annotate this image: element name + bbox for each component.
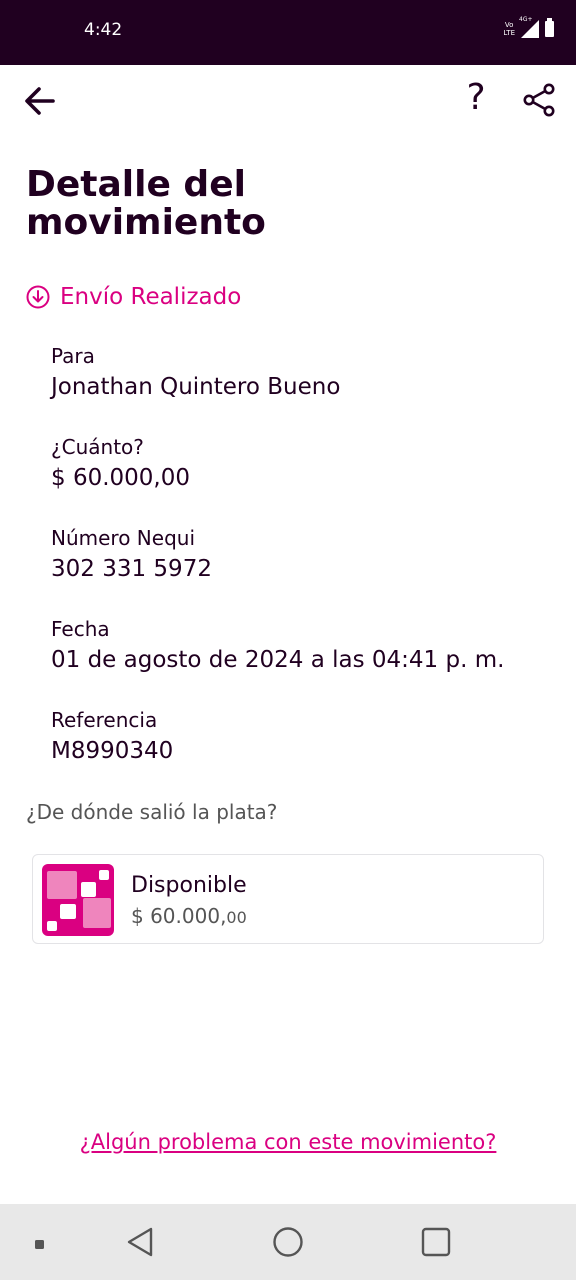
top-app-bar: ? — [0, 65, 576, 135]
field-value: 01 de agosto de 2024 a las 04:41 p. m. — [51, 647, 505, 673]
field-reference: Referencia M8990340 — [51, 708, 173, 764]
field-value: Jonathan Quintero Bueno — [51, 374, 341, 400]
status-time: 4:42 — [84, 20, 123, 40]
battery-icon — [545, 18, 554, 37]
source-question: ¿De dónde salió la plata? — [26, 800, 278, 824]
field-label: Para — [51, 344, 95, 368]
nav-recents-button[interactable] — [419, 1225, 453, 1259]
system-nav-bar — [0, 1204, 576, 1280]
status-label: Envío Realizado — [60, 284, 242, 310]
report-problem-link[interactable]: ¿Algún problema con este movimiento? — [0, 1130, 576, 1154]
share-icon — [523, 83, 555, 117]
nav-back-button[interactable] — [124, 1225, 156, 1259]
status-icons: Vo LTE 4G+ — [503, 16, 554, 38]
triangle-back-icon — [127, 1227, 153, 1257]
menu-dot-button[interactable] — [34, 1236, 46, 1249]
nav-home-button[interactable] — [271, 1225, 305, 1259]
field-nequi-number: Número Nequi 302 331 5972 — [51, 526, 212, 582]
field-label: Número Nequi — [51, 526, 195, 550]
available-balance-icon — [42, 864, 114, 936]
back-button[interactable] — [22, 83, 58, 119]
account-balance: $ 60.000,00 — [131, 904, 247, 928]
field-value: 302 331 5972 — [51, 556, 212, 582]
share-button[interactable] — [522, 83, 556, 117]
square-recents-icon — [421, 1227, 451, 1257]
field-recipient: Para Jonathan Quintero Bueno — [51, 344, 340, 400]
field-label: ¿Cuánto? — [51, 435, 144, 459]
field-label: Referencia — [51, 708, 158, 732]
volte-icon: Vo LTE — [503, 21, 515, 37]
transaction-status: Envío Realizado — [26, 284, 241, 310]
field-label: Fecha — [51, 617, 110, 641]
signal-icon: 4G+ — [519, 16, 539, 38]
account-name: Disponible — [131, 873, 247, 898]
circle-home-icon — [273, 1227, 303, 1257]
field-value: $ 60.000,00 — [51, 465, 190, 491]
status-bar: 4:42 Vo LTE 4G+ — [0, 0, 576, 65]
circle-arrow-down-icon — [26, 285, 50, 309]
page-title: Detalle del movimiento — [26, 164, 266, 243]
square-dot-icon — [35, 1240, 44, 1249]
question-mark-icon: ? — [466, 77, 486, 118]
field-date: Fecha 01 de agosto de 2024 a las 04:41 p… — [51, 617, 504, 673]
help-button[interactable]: ? — [460, 77, 492, 119]
field-amount: ¿Cuánto? $ 60.000,00 — [51, 435, 190, 491]
field-value: M8990340 — [51, 738, 174, 764]
arrow-left-icon — [25, 87, 55, 115]
account-card[interactable]: Disponible $ 60.000,00 — [32, 854, 544, 944]
